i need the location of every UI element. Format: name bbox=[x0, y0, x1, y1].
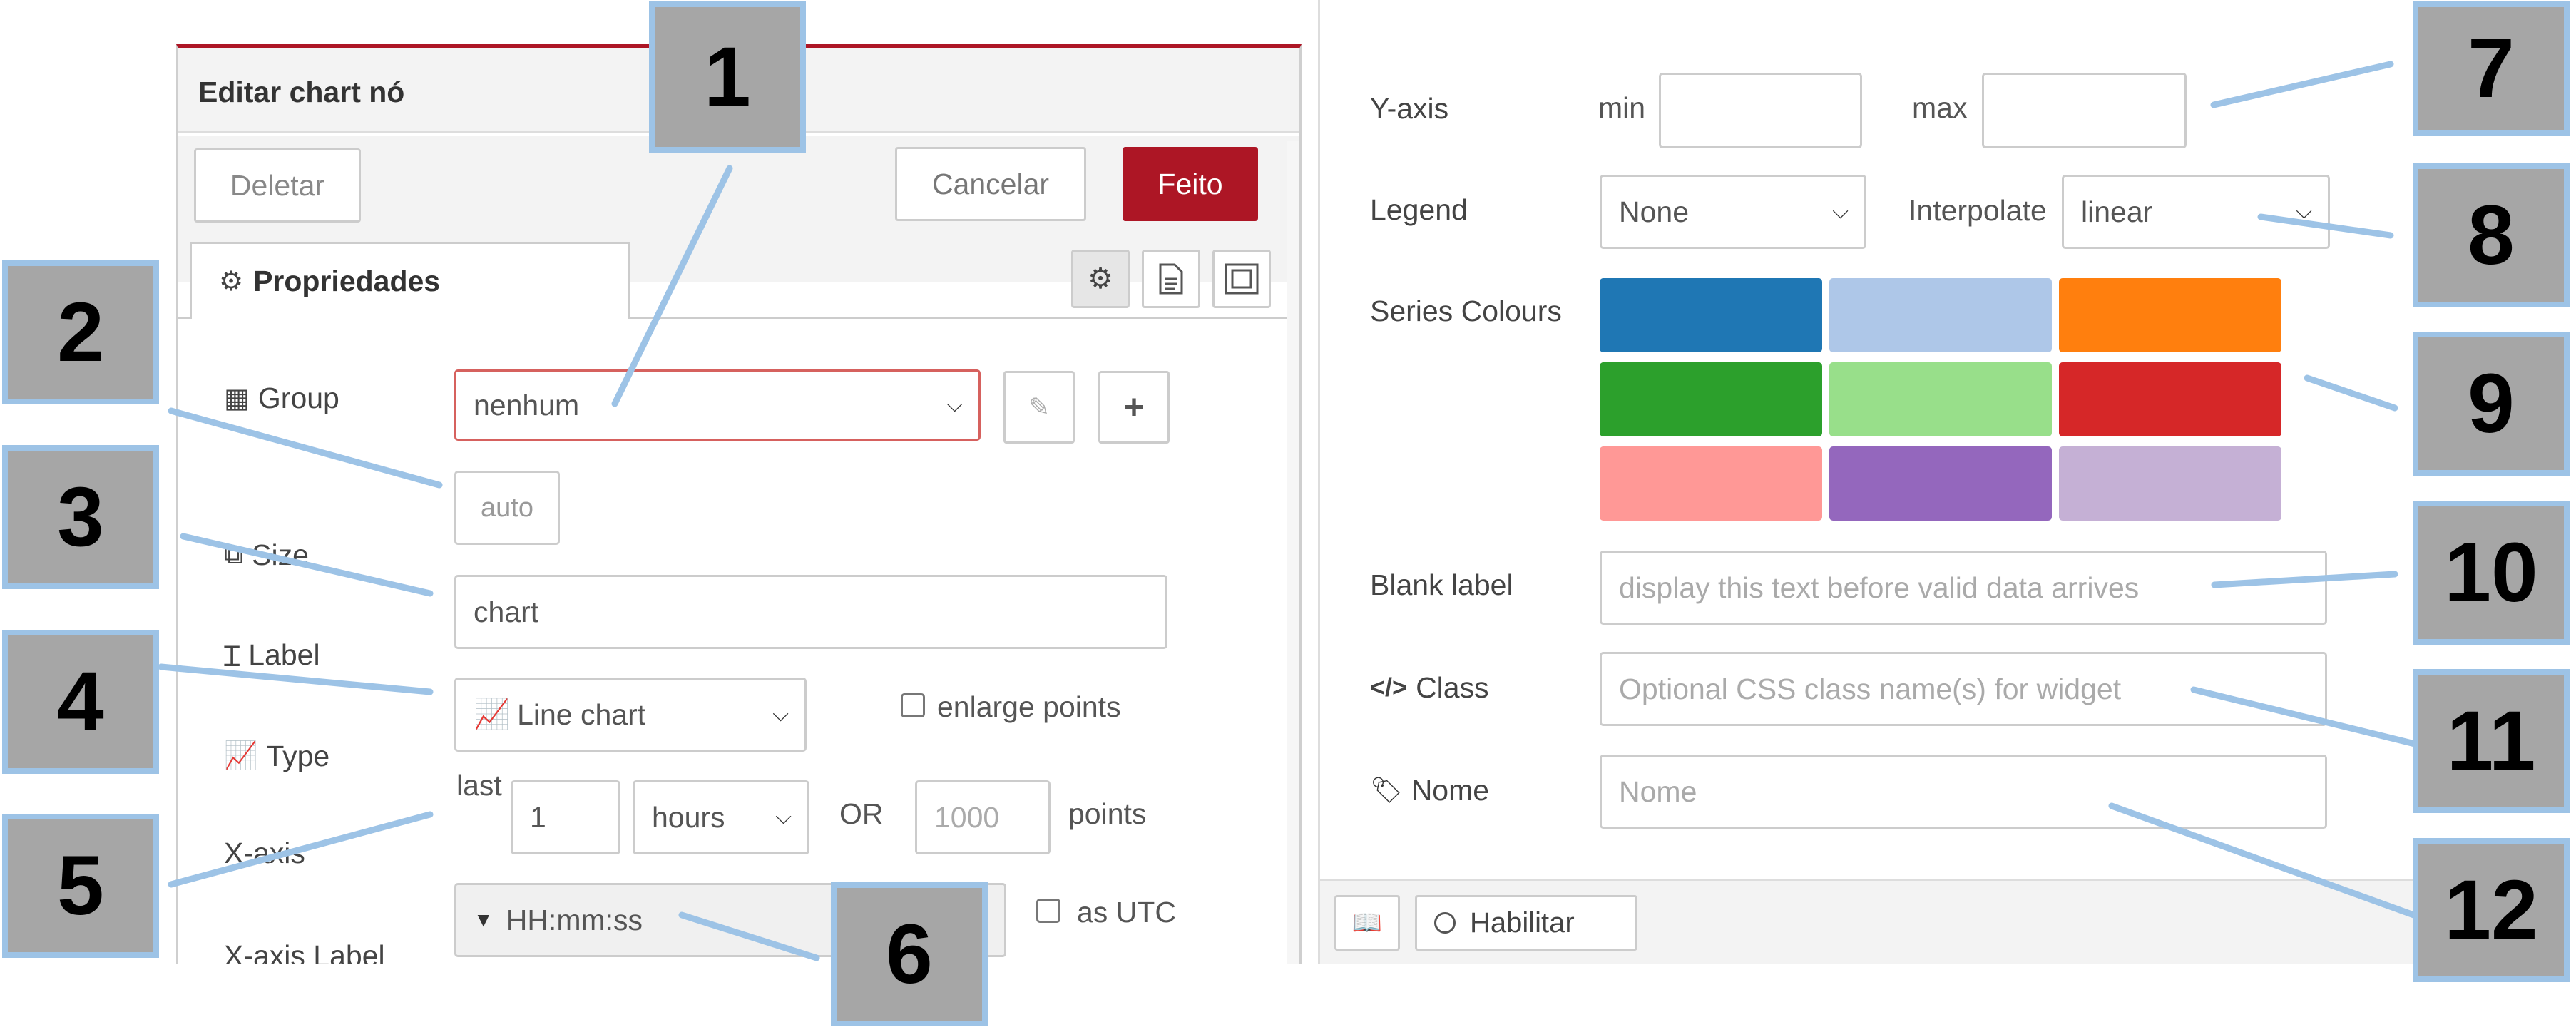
callout-line-12 bbox=[2108, 802, 2421, 920]
callout-line-10 bbox=[2211, 571, 2398, 588]
callout-line-2 bbox=[168, 407, 443, 489]
callout-lines bbox=[158, 61, 2421, 961]
callout-8: 8 bbox=[2413, 163, 2570, 307]
callout-line-11 bbox=[2190, 686, 2421, 748]
callout-line-1 bbox=[611, 165, 733, 407]
callout-9: 9 bbox=[2413, 332, 2570, 476]
callout-line-9 bbox=[2304, 374, 2398, 412]
callout-2: 2 bbox=[2, 260, 159, 404]
callout-line-6 bbox=[678, 911, 820, 961]
callout-line-4 bbox=[158, 663, 434, 695]
callout-5: 5 bbox=[2, 814, 159, 958]
callout-6: 6 bbox=[831, 882, 988, 1026]
callout-line-5 bbox=[168, 811, 434, 888]
callout-7: 7 bbox=[2413, 1, 2570, 136]
callout-line-7 bbox=[2210, 61, 2394, 108]
callout-4: 4 bbox=[2, 630, 159, 774]
callout-12: 12 bbox=[2413, 838, 2570, 982]
callout-line-8 bbox=[2257, 213, 2394, 239]
callout-11: 11 bbox=[2413, 669, 2570, 813]
callout-1: 1 bbox=[649, 1, 806, 153]
callout-3: 3 bbox=[2, 445, 159, 589]
callout-line-3 bbox=[180, 533, 434, 597]
callout-10: 10 bbox=[2413, 501, 2570, 645]
